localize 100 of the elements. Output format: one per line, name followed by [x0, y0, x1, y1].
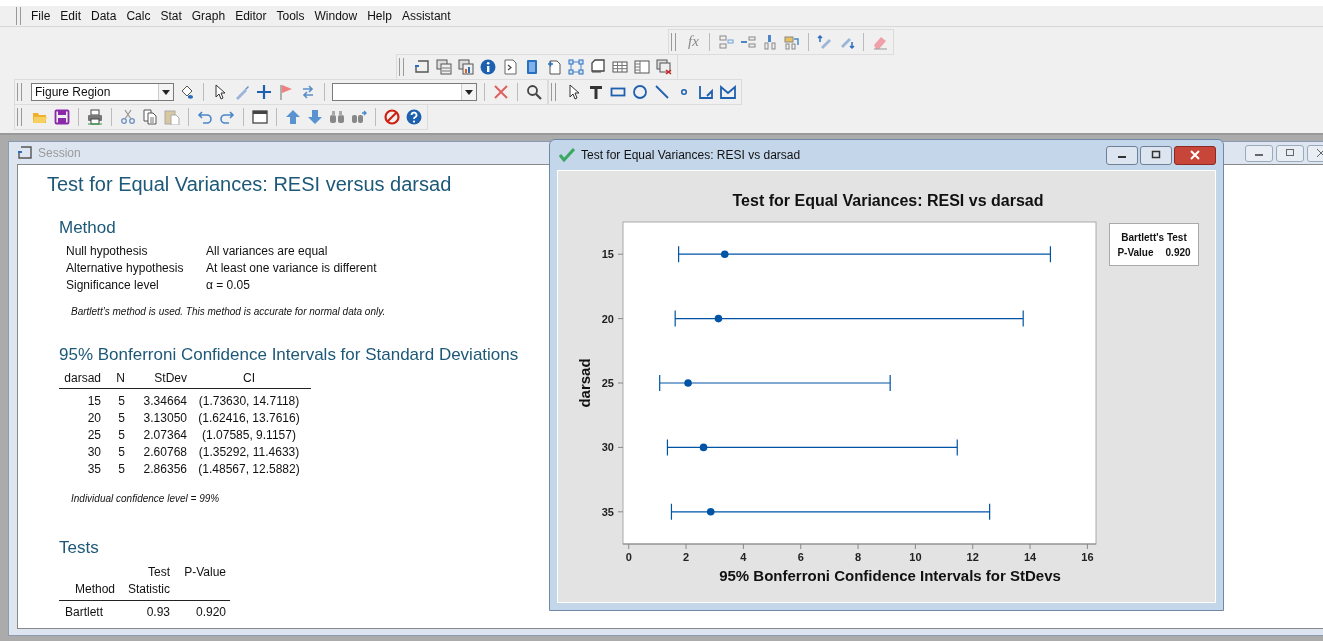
paint-bucket-icon[interactable]	[179, 83, 195, 100]
attribute-dropdown[interactable]	[332, 82, 477, 101]
menu-item[interactable]: Edit	[55, 9, 87, 23]
element-dropdown[interactable]: Figure Region	[31, 82, 174, 101]
table-cell-text: 0.920	[194, 605, 227, 619]
close-icon	[1190, 150, 1200, 160]
minimize-button[interactable]	[1106, 145, 1138, 165]
table-cell-text: 3.13050	[142, 411, 188, 425]
tick-mark	[617, 253, 624, 255]
bars-icon[interactable]	[761, 33, 778, 50]
column-header: darsad	[63, 371, 102, 385]
page-icon	[17, 145, 33, 161]
page-icon[interactable]	[590, 58, 606, 75]
rows-icon[interactable]	[739, 33, 756, 50]
menu-item[interactable]: Window	[309, 9, 363, 23]
plus-icon[interactable]	[256, 83, 272, 100]
menu-item[interactable]: Editor	[230, 9, 272, 23]
arrow-up-icon[interactable]	[285, 108, 301, 125]
delete-icon[interactable]	[493, 83, 509, 100]
table-cell-text: (1.62416, 13.7616)	[197, 411, 301, 425]
save-icon[interactable]	[54, 108, 70, 125]
polyline-icon[interactable]	[698, 83, 714, 100]
section-heading: 95% Bonferroni Confidence Intervals for Standard Deviations	[59, 345, 519, 365]
redo-icon[interactable]	[219, 108, 235, 125]
tick-label: 16	[1081, 551, 1094, 563]
column-header: N	[115, 371, 126, 385]
copy-icon[interactable]	[142, 108, 158, 125]
table-cell-text: (1.48567, 12.5882)	[197, 462, 301, 476]
printer-icon[interactable]	[87, 108, 103, 125]
polygon-icon[interactable]	[720, 83, 736, 100]
legend-value: 0.920	[1165, 246, 1191, 258]
notepad-icon[interactable]	[524, 58, 540, 75]
help-icon[interactable]	[406, 108, 422, 125]
restore-button[interactable]	[1276, 144, 1304, 162]
menu-item[interactable]: Graph	[186, 9, 231, 23]
caret-icon[interactable]	[158, 83, 173, 100]
restore-icon	[1285, 148, 1295, 158]
menu-item[interactable]: Help	[362, 9, 397, 23]
windows-icon[interactable]	[458, 58, 474, 75]
close-icon	[1316, 148, 1323, 158]
table-cell-text: 3.34664	[142, 394, 188, 408]
minimize-button[interactable]	[1245, 144, 1273, 162]
tick-mark	[617, 382, 624, 384]
table-cell-text: 30	[86, 445, 102, 459]
undo-icon[interactable]	[197, 108, 213, 125]
info-icon[interactable]	[480, 58, 496, 75]
circle-icon[interactable]	[632, 83, 648, 100]
nodes-icon[interactable]	[568, 58, 584, 75]
pointer-icon[interactable]	[566, 83, 582, 100]
column-header: Test Statistic	[127, 564, 171, 598]
report-title: Test for Equal Variances: RESI versus darsad	[47, 173, 452, 196]
menu-item[interactable]: Tools	[271, 9, 310, 23]
menu-item[interactable]: Calc	[121, 9, 156, 23]
page-icon[interactable]	[414, 58, 430, 75]
tick-mark	[617, 318, 624, 320]
tick-label: 10	[909, 551, 922, 563]
no-entry-icon[interactable]	[384, 108, 400, 125]
arrow-down-icon[interactable]	[307, 108, 323, 125]
tick-label: 2	[683, 551, 690, 563]
windows-close-icon[interactable]	[656, 58, 672, 75]
pointer-icon[interactable]	[212, 83, 228, 100]
y-axis-label: darsad	[576, 358, 593, 408]
menu-item[interactable]: Assistant	[396, 9, 456, 23]
search-icon[interactable]	[526, 83, 542, 100]
restore-button[interactable]	[1140, 145, 1172, 165]
column-header: Method	[73, 581, 116, 598]
swap-arrows-icon[interactable]	[300, 83, 316, 100]
table-cell-text: 25	[86, 428, 102, 442]
table-cell-text: 0.93	[145, 605, 171, 619]
brush-icon[interactable]	[816, 33, 833, 50]
tick-label: 20	[601, 312, 614, 325]
table-icon[interactable]	[612, 58, 628, 75]
window-icon[interactable]	[252, 108, 268, 125]
tick-label: 15	[601, 248, 614, 261]
data-point	[720, 250, 729, 258]
method-label: Alternative hypothesis	[66, 261, 185, 275]
table-cell-text: (1.35292, 11.4633)	[197, 445, 301, 459]
prompt-icon[interactable]	[502, 58, 518, 75]
close-button[interactable]	[1174, 145, 1216, 165]
text-tool-icon[interactable]	[588, 83, 604, 100]
tick-label: 4	[740, 551, 747, 563]
windows-icon[interactable]	[436, 58, 452, 75]
method-label: Null hypothesis	[66, 244, 149, 258]
data-point	[699, 443, 708, 452]
binoculars-icon[interactable]	[351, 108, 367, 125]
method-note: Bartlett’s method is used. This method is accurate for normal data only.	[71, 306, 386, 317]
caret-icon[interactable]	[461, 83, 476, 100]
line-icon[interactable]	[654, 83, 670, 100]
binoculars-icon[interactable]	[329, 108, 345, 125]
table-cell-text: 5	[117, 462, 126, 476]
column-header: CI	[242, 371, 256, 385]
new-page-icon[interactable]	[546, 58, 562, 75]
menu-item[interactable]: File	[26, 9, 56, 23]
column-header: P-Value	[183, 564, 227, 581]
menu-item[interactable]: Stat	[155, 9, 187, 23]
tick-label: 8	[855, 551, 862, 563]
scissors-icon[interactable]	[120, 108, 136, 125]
panels-icon[interactable]	[634, 58, 650, 75]
chart-title: Test for Equal Variances: RESI vs darsad	[732, 192, 1044, 209]
menu-item[interactable]: Data	[86, 9, 122, 23]
